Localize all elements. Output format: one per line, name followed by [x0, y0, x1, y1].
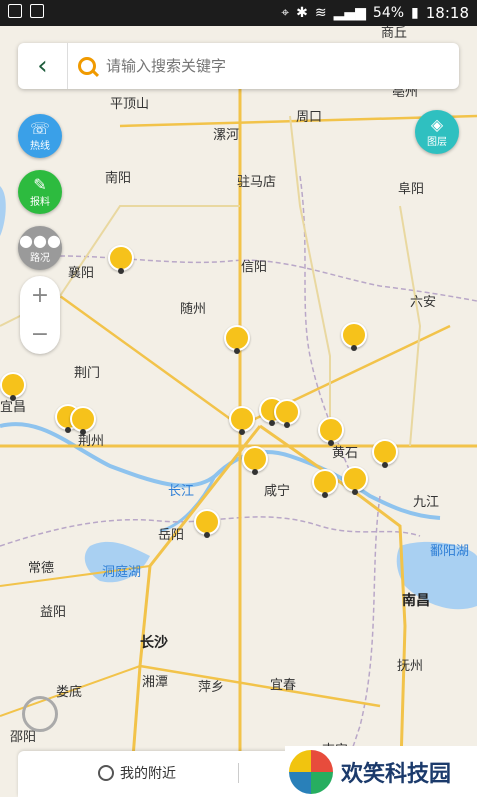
zoom-out-button[interactable]: −: [20, 315, 60, 354]
incident-pin[interactable]: [70, 406, 96, 435]
search-input[interactable]: [104, 56, 307, 76]
city-label: 岳阳: [158, 528, 185, 543]
status-bar: ⌖ ✱ ≋ ▂▄▆ 54% ▮ 18:18: [0, 0, 477, 26]
traffic-label: 路况: [30, 252, 50, 264]
search-bar: ‹: [18, 43, 459, 89]
location-pin-icon: [98, 765, 114, 781]
city-label: 湘潭: [142, 675, 169, 690]
incident-pin[interactable]: [0, 372, 26, 401]
city-label: 商丘: [381, 26, 408, 41]
notification-icon: [30, 4, 44, 18]
bluetooth-icon: ✱: [296, 5, 308, 21]
city-label: 随州: [180, 302, 207, 317]
city-label: 九江: [413, 495, 440, 510]
chevron-left-icon: ‹: [37, 51, 48, 81]
signal-icon: ▂▄▆: [333, 5, 366, 21]
city-label: 常德: [28, 561, 55, 576]
city-label: 长沙: [140, 635, 168, 651]
incident-pin[interactable]: [341, 322, 367, 351]
incident-pin[interactable]: [274, 399, 300, 428]
city-label: 襄阳: [68, 266, 95, 281]
city-label: 抚州: [397, 659, 424, 674]
map-canvas[interactable]: 商丘 亳州 平顶山 周口 漯河 南阳 驻马店 阜阳 襄阳 信阳 随州 六安 荆门…: [0, 26, 477, 797]
layers-icon: ◈: [430, 114, 444, 134]
city-label: 六安: [410, 295, 437, 310]
notification-icon: [8, 4, 22, 18]
city-label: 南阳: [105, 171, 132, 186]
wifi-icon: ≋: [314, 5, 327, 21]
city-label: 益阳: [40, 605, 67, 620]
incident-pin[interactable]: [224, 325, 250, 354]
traffic-light-icon: ●●●: [19, 230, 61, 250]
battery-percent: 54%: [372, 5, 405, 21]
report-label: 报料: [30, 196, 50, 208]
hotline-label: 热线: [30, 140, 50, 152]
poyang-lake-label: 鄱阳湖: [430, 544, 470, 559]
yangtze-label: 长江: [168, 484, 195, 499]
nearby-label: 我的附近: [120, 766, 176, 782]
city-label: 黄石: [332, 446, 359, 461]
incident-pin[interactable]: [242, 446, 268, 475]
incident-pin[interactable]: [229, 406, 255, 435]
incident-pin[interactable]: [372, 439, 398, 468]
incident-pin[interactable]: [318, 417, 344, 446]
city-label: 平顶山: [110, 97, 150, 112]
city-label: 南昌: [402, 593, 430, 609]
battery-icon: ▮: [411, 5, 419, 21]
incident-pin[interactable]: [342, 466, 368, 495]
location-icon: ⌖: [281, 5, 290, 21]
dongting-lake-label: 洞庭湖: [102, 565, 142, 580]
zoom-control: + −: [20, 276, 60, 354]
watermark-logo-icon: [289, 749, 333, 794]
nearby-button[interactable]: 我的附近: [98, 763, 176, 783]
city-label: 驻马店: [237, 175, 277, 190]
watermark: 欢笑科技园: [285, 746, 477, 797]
layers-button[interactable]: ◈ 图层: [415, 110, 459, 154]
pencil-icon: ✎: [33, 174, 47, 194]
clock: 18:18: [425, 4, 469, 22]
watermark-text: 欢笑科技园: [341, 761, 452, 787]
incident-pin[interactable]: [312, 469, 338, 498]
phone-icon: ☏: [29, 118, 50, 138]
incident-pin[interactable]: [194, 509, 220, 538]
city-label: 咸宁: [264, 484, 291, 499]
locate-button[interactable]: [22, 696, 58, 732]
zoom-in-button[interactable]: +: [20, 276, 60, 315]
city-label: 荆门: [74, 366, 101, 381]
divider: [238, 763, 239, 783]
city-label: 宜春: [270, 678, 297, 693]
incident-pin[interactable]: [108, 245, 134, 274]
city-label: 阜阳: [398, 182, 425, 197]
city-label: 周口: [296, 110, 323, 125]
search-icon: [78, 57, 96, 75]
city-label: 萍乡: [198, 680, 225, 695]
back-button[interactable]: ‹: [18, 43, 68, 89]
layers-label: 图层: [427, 136, 447, 148]
report-button[interactable]: ✎ 报料: [18, 170, 62, 214]
hotline-button[interactable]: ☏ 热线: [18, 114, 62, 158]
city-label: 娄底: [56, 685, 83, 700]
city-label: 漯河: [213, 128, 240, 143]
city-label: 信阳: [241, 260, 268, 275]
traffic-button[interactable]: ●●● 路况: [18, 226, 62, 270]
